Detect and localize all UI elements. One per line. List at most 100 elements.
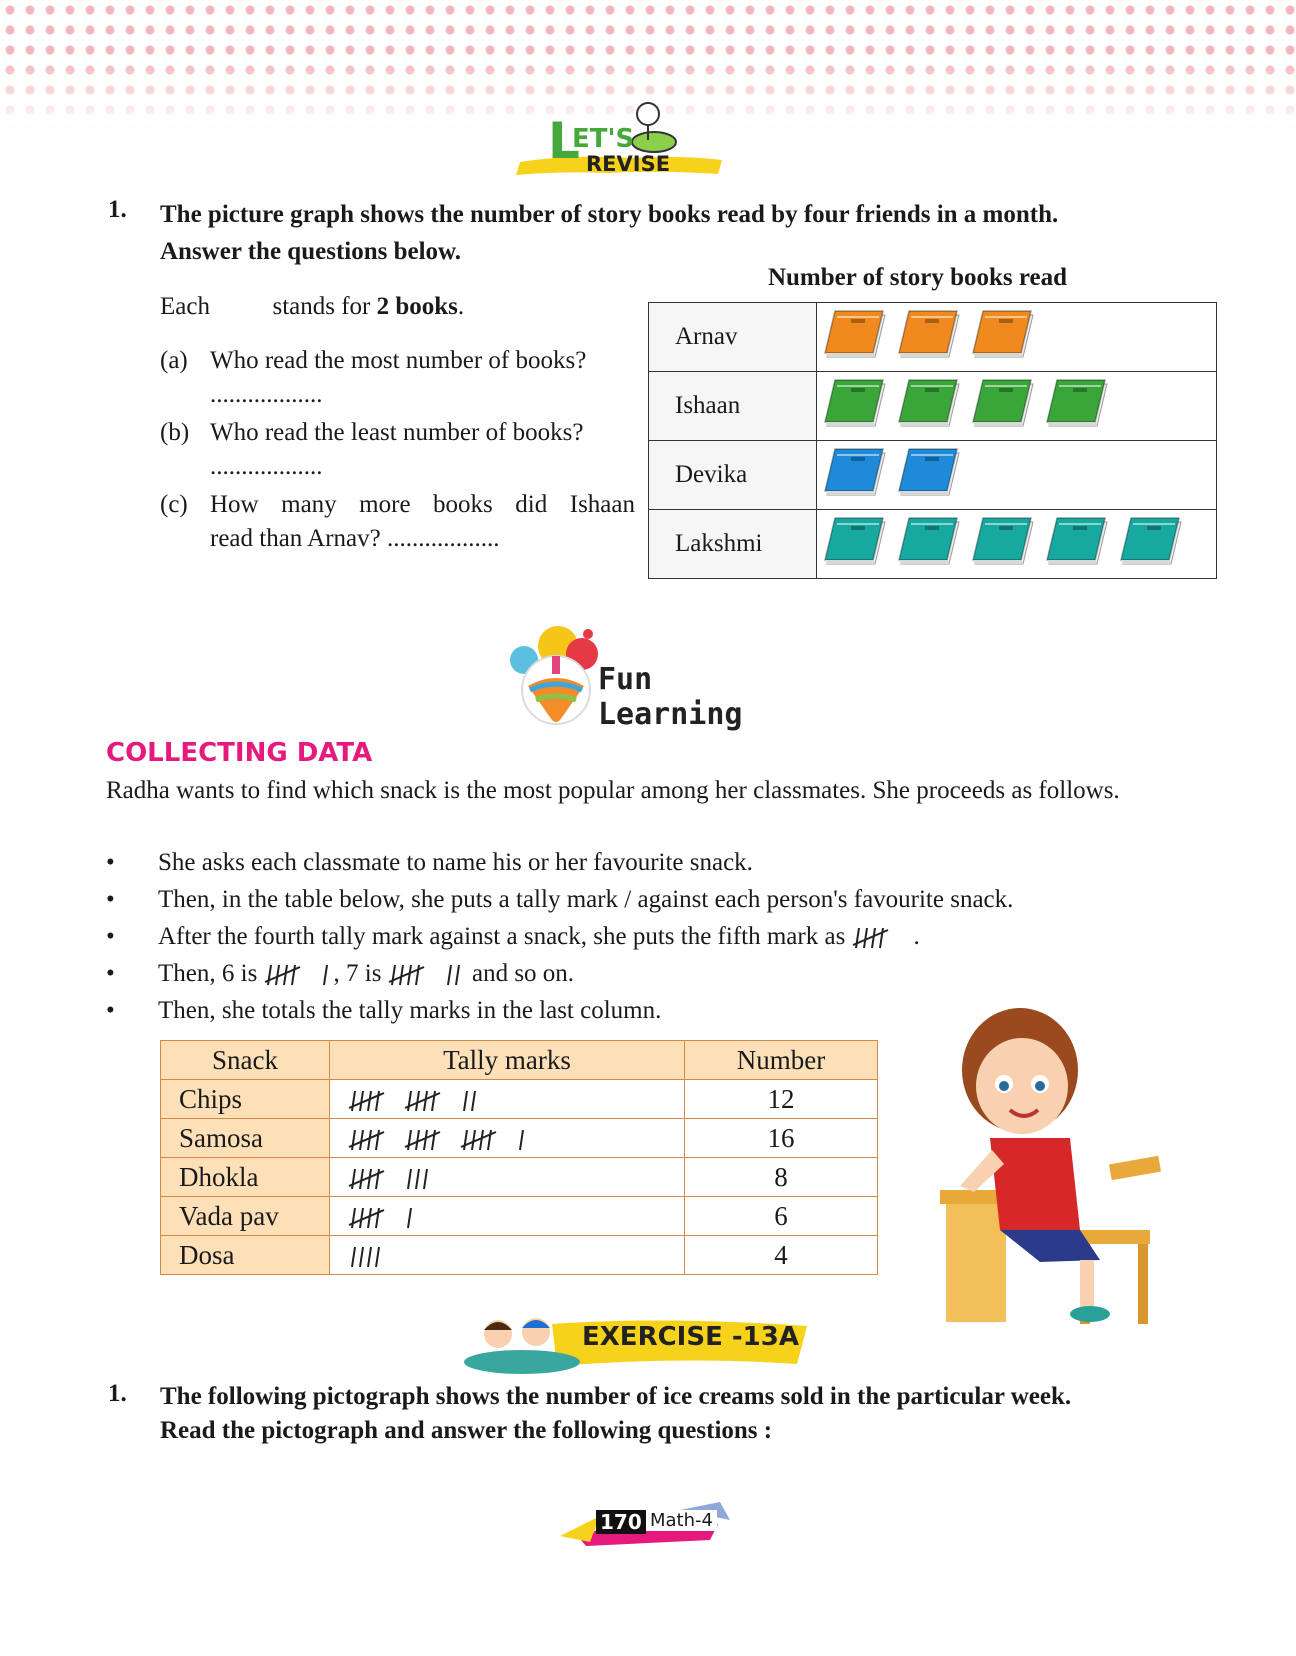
bullet-text-5: Then, she totals the tally marks in the …: [158, 997, 662, 1024]
snack-name: Dosa: [160, 1235, 330, 1275]
tally-marks: [329, 1118, 685, 1158]
key-prefix: Each: [160, 293, 210, 320]
exercise-question-number: 1.: [108, 1380, 127, 1407]
book-icon: [897, 378, 963, 435]
picture-graph-row: Ishaan: [648, 371, 1217, 441]
picture-graph-name: Devika: [648, 440, 817, 510]
book-icon: [1045, 516, 1111, 573]
snack-number: 6: [684, 1196, 878, 1236]
exercise-title: EXERCISE -13A: [582, 1322, 799, 1352]
picture-graph-symbols: [816, 302, 1217, 372]
book-icon: [971, 378, 1037, 435]
sub-question-a-label: (a): [160, 347, 188, 374]
bullet-item-1: • She asks each classmate to name his or…: [106, 844, 1186, 881]
book-icon: [897, 516, 963, 573]
tally-five-icon: [852, 923, 914, 950]
bullet-item-2: • Then, in the table below, she puts a t…: [106, 881, 1186, 918]
book-icon: [897, 447, 963, 504]
tally-table: Snack Tally marks Number Chips 12 Samosa 16…: [160, 1040, 878, 1275]
snack-number: 16: [684, 1118, 878, 1158]
tally-table-header: Snack Tally marks Number: [160, 1040, 878, 1080]
question-1-line-1: The picture graph shows the number of st…: [160, 201, 1059, 228]
tally-six-icon: [264, 960, 334, 987]
bullet-dot: •: [106, 997, 115, 1024]
snack-number: 4: [684, 1235, 878, 1275]
sub-question-b: Who read the least number of books? ....…: [210, 416, 635, 484]
sub-question-c-label: (c): [160, 491, 188, 518]
tally-marks: [329, 1157, 685, 1197]
tally-row: Chips 12: [160, 1079, 878, 1119]
snack-name: Vada pav: [160, 1196, 330, 1236]
bullet-dot: •: [106, 849, 115, 876]
header-tally: Tally marks: [329, 1040, 685, 1080]
lets-text: ET'S: [572, 124, 635, 154]
bullet-item-4: • Then, 6 is , 7 is and so on.: [106, 955, 1186, 992]
tally-row: Dhokla 8: [160, 1157, 878, 1197]
picture-graph-row: Arnav: [648, 302, 1217, 372]
tally-row: Samosa 16: [160, 1118, 878, 1158]
sub-question-c: How many more books did Ishaan read than…: [210, 488, 635, 556]
picture-key: Each stands for 2 books.: [160, 290, 464, 324]
book-icon: [1045, 378, 1111, 435]
bullet-text-3: After the fourth tally mark against a sn…: [158, 923, 846, 950]
snack-name: Dhokla: [160, 1157, 330, 1197]
tally-row: Dosa 4: [160, 1235, 878, 1275]
picture-graph-symbols: [816, 440, 1217, 510]
bullet-3-end: .: [913, 923, 920, 950]
book-icon: [897, 309, 963, 366]
picture-graph-symbols: [816, 371, 1217, 441]
exercise-line-2: Read the pictograph and answer the follo…: [160, 1417, 773, 1444]
tally-marks: [329, 1235, 685, 1275]
tally-marks: [329, 1196, 685, 1236]
collecting-data-heading: COLLECTING DATA: [106, 738, 373, 768]
fun-learning-banner: Fun Learning: [498, 620, 798, 732]
fun-learning-title: Fun Learning: [598, 662, 743, 732]
book-icon: [823, 447, 889, 504]
picture-graph-name: Ishaan: [648, 371, 817, 441]
key-suffix: stands for: [272, 293, 371, 320]
picture-graph: Arnav Ishaan Devika Lakshmi: [648, 302, 1217, 579]
bullet-item-3: • After the fourth tally mark against a …: [106, 918, 1186, 955]
sub-question-a-blank: ..................: [210, 381, 323, 408]
book-icon: [823, 516, 889, 573]
page-footer: 170 Math-4: [560, 1492, 740, 1552]
sub-question-a: Who read the most number of books? .....…: [210, 344, 635, 412]
exercise-banner: EXERCISE -13A: [462, 1306, 822, 1378]
lets-revise-badge: L ET'S REVISE: [510, 100, 730, 184]
tally-row: Vada pav 6: [160, 1196, 878, 1236]
tally-marks: [329, 1079, 685, 1119]
book-icon: [971, 309, 1037, 366]
revise-text: REVISE: [586, 152, 671, 176]
collecting-intro: Radha wants to find which snack is the m…: [106, 777, 1120, 804]
header-snack: Snack: [160, 1040, 330, 1080]
picture-graph-name: Lakshmi: [648, 509, 817, 579]
bullet-text-4: Then, 6 is: [158, 960, 258, 987]
book-name: Math-4: [646, 1510, 717, 1531]
picture-graph-name: Arnav: [648, 302, 817, 372]
bullet-4-end: and so on.: [471, 960, 575, 987]
bullet-4-mid: , 7 is: [333, 960, 382, 987]
book-icon: [823, 378, 889, 435]
snack-name: Chips: [160, 1079, 330, 1119]
snack-number: 12: [684, 1079, 878, 1119]
exercise-question-text: The following pictograph shows the numbe…: [160, 1380, 1240, 1448]
page-number: 170: [596, 1510, 646, 1534]
header-number: Number: [684, 1040, 878, 1080]
book-icon: [1119, 516, 1185, 573]
sub-question-b-text: Who read the least number of books?: [210, 419, 584, 446]
question-1-number: 1.: [108, 196, 127, 223]
spinning-top-icon: [510, 626, 598, 725]
bullet-text-2: Then, in the table below, she puts a tal…: [158, 886, 1014, 913]
picture-graph-row: Devika: [648, 440, 1217, 510]
picture-graph-row: Lakshmi: [648, 509, 1217, 579]
snack-name: Samosa: [160, 1118, 330, 1158]
picture-graph-title: Number of story books read: [767, 264, 1068, 291]
tally-seven-icon: [388, 960, 466, 987]
snack-number: 8: [684, 1157, 878, 1197]
sub-question-c-line-1: How many more books did Ishaan: [210, 491, 635, 518]
sub-question-b-label: (b): [160, 419, 190, 446]
bullet-dot: •: [106, 923, 115, 950]
exercise-line-1: The following pictograph shows the numbe…: [160, 1383, 1072, 1410]
sub-question-a-text: Who read the most number of books?: [210, 347, 587, 374]
book-icon: [823, 309, 889, 366]
